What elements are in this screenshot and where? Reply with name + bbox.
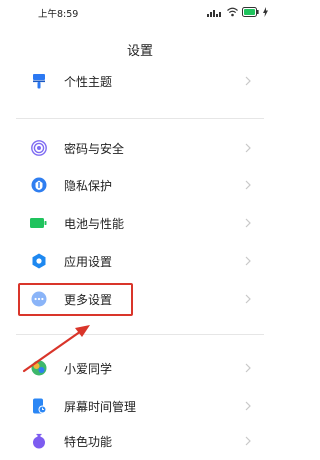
feature-icon [30,432,48,450]
chevron-right-icon [245,143,251,153]
settings-item-label: 特色功能 [64,435,113,449]
theme-icon [30,72,48,90]
system-icons [207,6,268,18]
settings-item-label: 屏幕时间管理 [64,400,137,414]
chevron-right-icon [245,218,251,228]
screen-time-icon [30,397,48,415]
chevron-right-icon [245,363,251,373]
highlight-box [18,283,133,316]
settings-item-label: 小爱同学 [64,362,113,376]
chevron-right-icon [245,294,251,304]
xiaoai-icon [30,359,48,377]
settings-item-features[interactable]: 特色功能 [0,423,280,460]
settings-item-password-security[interactable]: 密码与安全 [0,130,280,167]
settings-item-privacy[interactable]: 隐私保护 [0,167,280,204]
chevron-right-icon [245,180,251,190]
settings-item-app-settings[interactable]: 应用设置 [0,243,280,280]
settings-item-screen-time[interactable]: 屏幕时间管理 [0,388,280,425]
privacy-icon [30,176,48,194]
settings-item-label: 密码与安全 [64,142,125,156]
settings-item-label: 个性主题 [64,75,113,89]
status-time: 上午8:59 [38,9,79,20]
wifi-icon [227,7,238,17]
chevron-right-icon [245,256,251,266]
status-bar: 上午8:59 [0,0,280,24]
gear-icon [30,252,48,270]
section-divider [16,334,264,335]
signal-icon [207,10,221,17]
settings-item-label: 应用设置 [64,255,113,269]
page-title: 设置 [126,44,153,59]
settings-item-label: 隐私保护 [64,179,113,193]
settings-item-label: 电池与性能 [64,217,125,231]
settings-item-xiaoai[interactable]: 小爱同学 [0,350,280,387]
fingerprint-icon [30,139,48,157]
chevron-right-icon [245,436,251,446]
battery-icon [30,214,48,232]
settings-item-battery-performance[interactable]: 电池与性能 [0,205,280,242]
chevron-right-icon [245,76,251,86]
section-divider [16,118,264,119]
settings-item-theme[interactable]: 个性主题 [0,63,280,100]
battery-status-icon [242,7,259,17]
charging-icon [263,7,268,17]
chevron-right-icon [245,401,251,411]
